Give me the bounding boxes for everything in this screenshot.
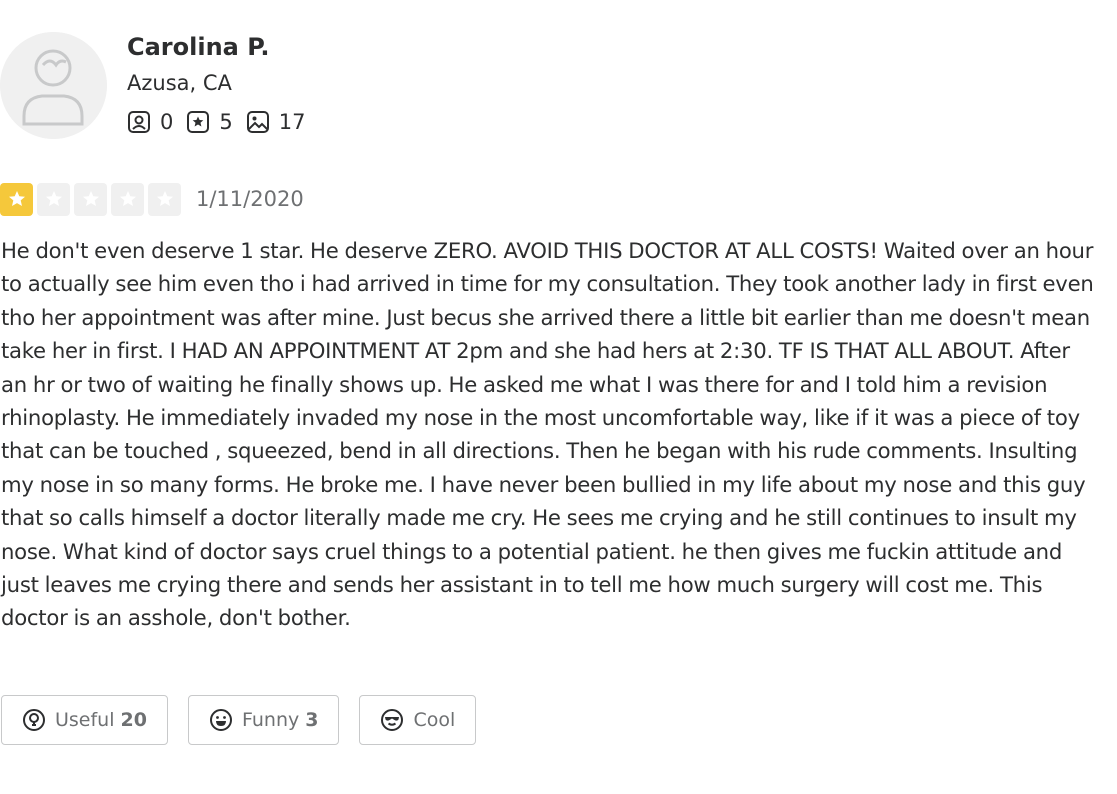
funny-button[interactable]: Funny 3 bbox=[187, 695, 340, 745]
reviews-star-icon bbox=[187, 111, 210, 133]
star-icon bbox=[82, 191, 99, 206]
useful-button[interactable]: Useful 20 bbox=[1, 695, 168, 745]
rating-star bbox=[148, 182, 181, 216]
reviews-count: 5 bbox=[219, 110, 233, 134]
rating-star bbox=[0, 182, 33, 216]
star-icon bbox=[119, 191, 136, 206]
rating-star bbox=[37, 182, 70, 216]
rating-star bbox=[111, 182, 144, 216]
friends-icon bbox=[128, 111, 150, 133]
sunglasses-icon bbox=[381, 709, 404, 731]
useful-label: Useful bbox=[55, 709, 115, 731]
avatar[interactable] bbox=[0, 32, 107, 139]
user-passport: Carolina P. Azusa, CA 0 5 17 bbox=[0, 30, 700, 140]
default-user-avatar-icon bbox=[0, 32, 107, 139]
star-icon bbox=[8, 191, 25, 206]
reaction-buttons: Useful 20 Funny 3 Cool bbox=[1, 695, 496, 745]
photos-stat: 17 bbox=[246, 110, 306, 134]
photos-count: 17 bbox=[278, 110, 306, 134]
rating-row: 1/11/2020 bbox=[0, 182, 304, 216]
lightbulb-icon bbox=[23, 709, 45, 731]
cool-label: Cool bbox=[413, 709, 456, 731]
photos-icon bbox=[246, 111, 269, 133]
review-date: 1/11/2020 bbox=[196, 187, 304, 211]
star-rating bbox=[0, 182, 185, 216]
star-icon bbox=[156, 191, 173, 206]
friends-count: 0 bbox=[160, 110, 174, 134]
cool-button[interactable]: Cool bbox=[359, 695, 477, 745]
smile-icon bbox=[209, 709, 232, 731]
friends-stat: 0 bbox=[127, 110, 173, 134]
user-stats: 0 5 17 bbox=[127, 110, 318, 134]
user-name[interactable]: Carolina P. bbox=[127, 33, 270, 61]
review-text: He don't even deserve 1 star. He deserve… bbox=[1, 238, 1094, 631]
rating-star bbox=[74, 182, 107, 216]
funny-label: Funny bbox=[241, 709, 300, 731]
useful-count: 20 bbox=[120, 709, 147, 731]
reviews-stat: 5 bbox=[186, 110, 233, 134]
funny-count: 3 bbox=[305, 709, 319, 731]
user-location: Azusa, CA bbox=[127, 71, 232, 95]
star-icon bbox=[45, 191, 62, 206]
